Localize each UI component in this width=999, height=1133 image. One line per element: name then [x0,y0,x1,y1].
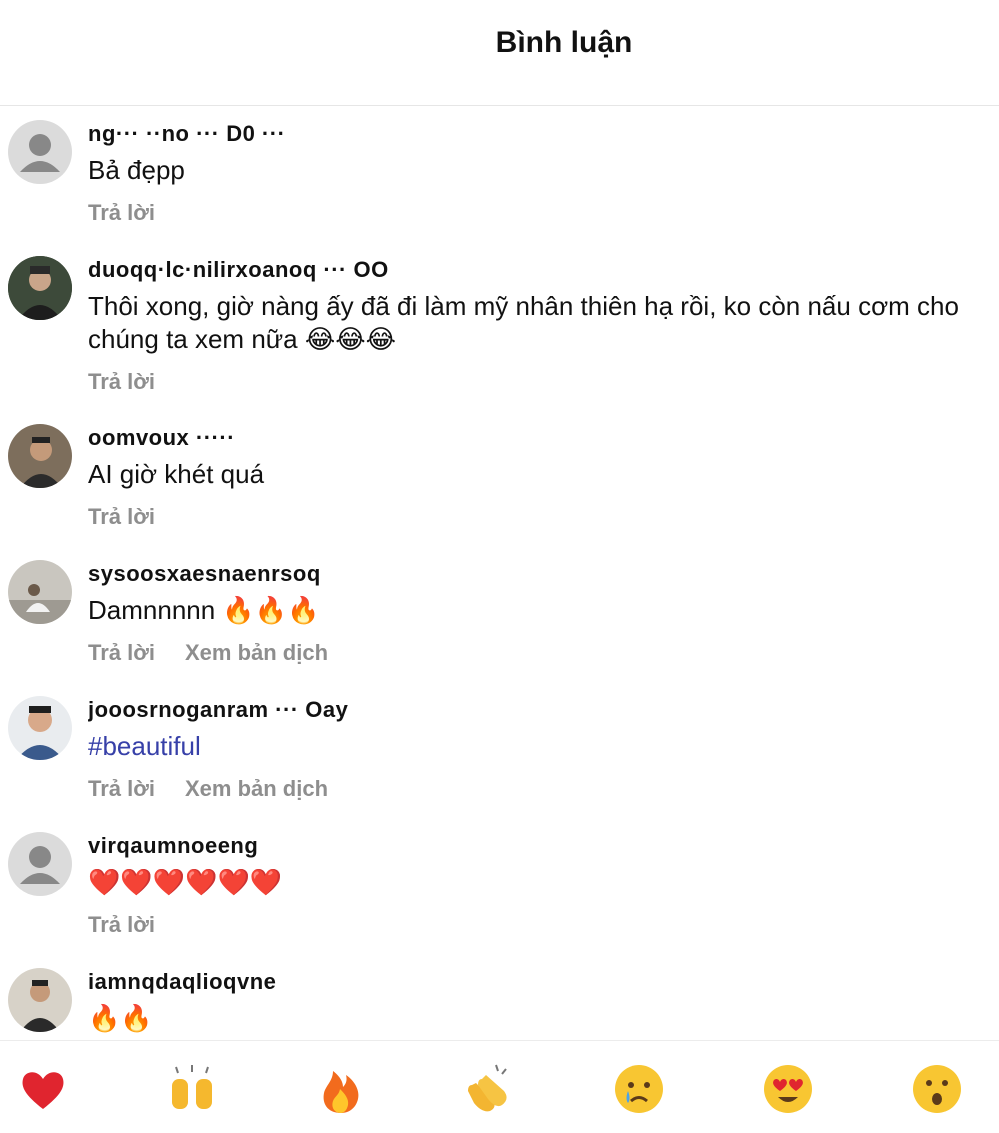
reply-button[interactable]: Trả lời [88,776,155,801]
comment-item: jooosrnoganram ··· Oay #beautiful Trả lờ… [0,696,999,803]
reply-button[interactable]: Trả lời [88,912,155,937]
comment-text: Bả đẹpp [88,155,185,185]
translate-button[interactable]: Xem bản dịch [185,640,328,665]
header: Bình luận [0,0,999,106]
comment-item: duoqq·lc·nilirxoanoq ··· OO Thôi xong, g… [0,256,999,396]
clapping-reaction-icon[interactable] [462,1061,518,1117]
reply-button[interactable]: Trả lời [88,200,155,225]
comment-list[interactable]: ng··· ··no ··· D0 ··· Bả đẹpp Trả lời du… [0,107,999,1039]
comment-actions: Trả lời [88,368,991,396]
heart-reaction-icon[interactable] [15,1061,71,1117]
reply-button[interactable]: Trả lời [88,369,155,394]
comment-username[interactable]: ng··· ··no ··· D0 ··· [88,120,991,148]
comment-text: AI giờ khét quá [88,459,265,489]
comment-actions: Trả lời [88,199,991,227]
reply-button[interactable]: Trả lời [88,640,155,665]
user-avatar[interactable] [8,560,72,624]
comment-actions: Trả lời [88,503,991,531]
heart-eyes-reaction-icon[interactable] [760,1061,816,1117]
comment-hashtag[interactable]: #beautiful [88,730,991,763]
comment-username[interactable]: oomvoux ····· [88,424,991,452]
comment-item: iamnqdaqlioqvne 🔥🔥 [0,968,999,1035]
crying-reaction-icon[interactable] [611,1061,667,1117]
translate-button[interactable]: Xem bản dịch [185,776,328,801]
page-title: Bình luận [495,26,633,59]
user-avatar[interactable] [8,424,72,488]
comment-username[interactable]: sysoosxaesnaenrsoq [88,560,991,588]
user-avatar[interactable] [8,968,72,1032]
reaction-bar [0,1040,999,1133]
raised-hands-reaction-icon[interactable] [164,1061,220,1117]
comment-item: ng··· ··no ··· D0 ··· Bả đẹpp Trả lời [0,120,999,227]
comment-username[interactable]: virqaumnoeeng [88,832,991,860]
comment-actions: Trả lời [88,911,991,939]
comment-text: Thôi xong, giờ nàng ấy đã đi làm mỹ nhân… [88,291,959,354]
default-avatar-icon[interactable] [8,120,72,184]
comment-text: 🔥🔥 [88,1003,153,1033]
comment-actions: Trả lời Xem bản dịch [88,775,991,803]
comment-username[interactable]: iamnqdaqlioqvne [88,968,991,996]
comment-username[interactable]: duoqq·lc·nilirxoanoq ··· OO [88,256,991,284]
comment-text: ❤️❤️❤️❤️❤️❤️ [88,867,283,897]
comment-item: oomvoux ····· AI giờ khét quá Trả lời [0,424,999,531]
user-avatar[interactable] [8,696,72,760]
comment-username[interactable]: jooosrnoganram ··· Oay [88,696,991,724]
surprised-reaction-icon[interactable] [909,1061,965,1117]
default-avatar-icon[interactable] [8,832,72,896]
comment-item: sysoosxaesnaenrsoq Damnnnnn 🔥🔥🔥 Trả lời X… [0,560,999,667]
user-avatar[interactable] [8,256,72,320]
reply-button[interactable]: Trả lời [88,504,155,529]
comment-text: Damnnnnn 🔥🔥🔥 [88,595,320,625]
fire-reaction-icon[interactable] [313,1061,369,1117]
comment-item: virqaumnoeeng ❤️❤️❤️❤️❤️❤️ Trả lời [0,832,999,939]
comment-actions: Trả lời Xem bản dịch [88,639,991,667]
